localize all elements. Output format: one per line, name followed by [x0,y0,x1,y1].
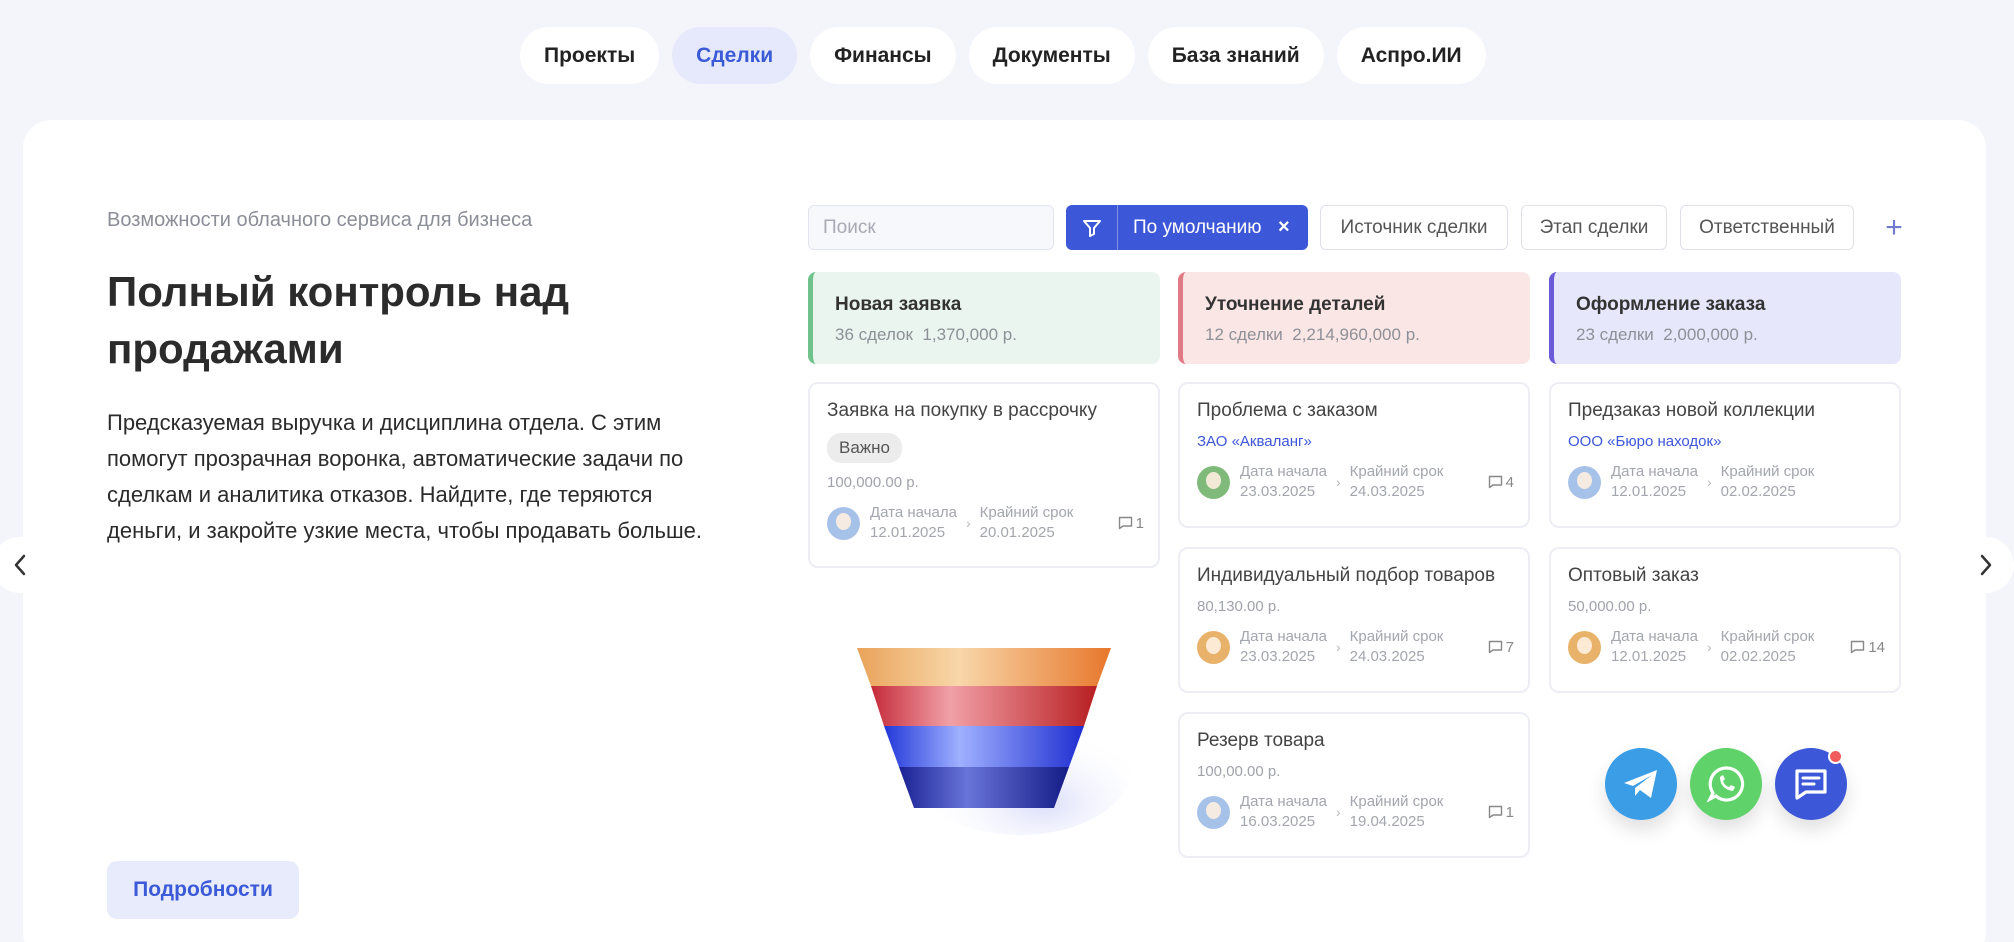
search-input[interactable]: Поиск [808,205,1054,250]
deal-card[interactable]: Оптовый заказ 50,000.00 р. Дата начала 12… [1549,547,1901,693]
avatar [827,506,860,540]
filter-icon [1066,205,1118,250]
deal-company-link[interactable]: ЗАО «Акваланг» [1197,433,1528,450]
deal-card[interactable]: Проблема с заказом ЗАО «Акваланг» Дата н… [1178,382,1530,528]
more-details-button[interactable]: Подробности [107,861,299,919]
avatar [1197,630,1230,664]
avatar [1568,465,1601,499]
chevron-right-icon: › [1706,639,1712,655]
stage-meta: 12 сделки 2,214,960,000 р. [1205,325,1420,344]
hero-title: Полный контроль над продажами [107,268,570,372]
start-date: Дата начала 12.01.2025 [870,504,957,541]
deal-name: Оптовый заказ [1568,565,1699,586]
stage-name: Оформление заказа [1576,294,1766,315]
telegram-button[interactable] [1605,748,1677,820]
whatsapp-button[interactable] [1690,748,1762,820]
tab-deals[interactable]: Сделки [672,27,798,84]
deal-card[interactable]: Резерв товара 100,00.00 р. Дата начала 16… [1178,712,1530,858]
telegram-icon [1624,770,1657,798]
chevron-right-icon: › [1335,804,1341,820]
chevron-left-icon [14,554,26,576]
due-date: Крайний срок 02.02.2025 [1720,463,1815,500]
deal-card[interactable]: Индивидуальный подбор товаров 80,130.00 … [1178,547,1530,693]
comment-icon [1851,640,1865,654]
due-date: Крайний срок 24.03.2025 [1349,628,1444,665]
deal-card[interactable]: Предзаказ новой коллекции ООО «Бюро нахо… [1549,382,1901,528]
comment-icon [1118,516,1132,530]
deal-price: 100,000.00 р. [827,474,919,491]
stage-clarifying: Уточнение деталей 12 сделки 2,214,960,00… [1178,272,1530,364]
tab-ai[interactable]: Аспро.ИИ [1336,27,1486,84]
deal-name: Проблема с заказом [1197,400,1378,421]
start-date: Дата начала 16.03.2025 [1240,793,1327,830]
filter-deal-source[interactable]: Источник сделки [1320,205,1508,250]
start-date: Дата начала 12.01.2025 [1611,628,1698,665]
deal-company-link[interactable]: ООО «Бюро находок» [1568,433,1899,450]
product-tabs: Проекты Сделки Финансы Документы База зн… [520,27,1486,84]
sales-funnel-illustration [857,648,1130,835]
chevron-right-icon: › [1335,639,1341,655]
whatsapp-icon [1706,766,1745,803]
start-date: Дата начала 23.03.2025 [1240,463,1327,500]
next-slide-button[interactable] [1958,537,2014,593]
chevron-right-icon [1980,554,1992,576]
chevron-right-icon: › [1706,474,1712,490]
deal-price: 50,000.00 р. [1568,598,1652,615]
deal-name: Резерв товара [1197,730,1325,751]
deal-name: Предзаказ новой коллекции [1568,400,1816,421]
deal-tag: Важно [827,433,903,463]
deal-name: Заявка на покупку в рассрочку [827,400,1097,421]
filter-deal-stage[interactable]: Этап сделки [1521,205,1667,250]
filter-preset[interactable]: По умолчанию × [1066,205,1308,250]
deal-card[interactable]: Заявка на покупку в рассрочку Важно 100,… [808,382,1160,568]
comments-count: 1 [1488,804,1514,821]
hero-eyebrow: Возможности облачного сервиса для бизнес… [107,209,533,231]
due-date: Крайний срок 19.04.2025 [1349,793,1444,830]
tab-finance[interactable]: Финансы [810,27,956,84]
due-date: Крайний срок 24.03.2025 [1349,463,1444,500]
comment-icon [1488,640,1502,654]
hero-description: Предсказуемая выручка и дисциплина отдел… [107,410,703,543]
stage-new-request: Новая заявка 36 сделок 1,370,000 р. [808,272,1160,364]
comments-count: 7 [1488,639,1514,656]
stage-meta: 23 сделки 2,000,000 р. [1576,325,1758,344]
start-date: Дата начала 12.01.2025 [1611,463,1698,500]
comment-icon [1488,475,1502,489]
due-date: Крайний срок 02.02.2025 [1720,628,1815,665]
comments-count: 1 [1118,515,1144,532]
add-filter-icon[interactable]: + [1874,208,1914,248]
tab-knowledge-base[interactable]: База знаний [1147,27,1324,84]
due-date: Крайний срок 20.01.2025 [979,504,1074,541]
tab-documents[interactable]: Документы [968,27,1135,84]
stage-meta: 36 сделок 1,370,000 р. [835,325,1017,344]
start-date: Дата начала 23.03.2025 [1240,628,1327,665]
tab-projects[interactable]: Проекты [520,27,660,84]
stage-ordering: Оформление заказа 23 сделки 2,000,000 р. [1549,272,1901,364]
avatar [1197,795,1230,829]
filter-responsible[interactable]: Ответственный [1680,205,1854,250]
comment-icon [1488,805,1502,819]
deal-price: 80,130.00 р. [1197,598,1281,615]
comments-count: 14 [1850,639,1885,656]
comments-count: 4 [1488,474,1514,491]
stage-name: Уточнение деталей [1205,294,1386,315]
avatar [1197,465,1230,499]
close-icon[interactable]: × [1278,216,1308,239]
stage-name: Новая заявка [835,294,962,315]
notification-badge [1828,749,1843,764]
deal-name: Индивидуальный подбор товаров [1197,565,1496,586]
avatar [1568,630,1601,664]
chat-icon [1795,769,1827,800]
chevron-right-icon: › [965,515,971,531]
chevron-right-icon: › [1335,474,1341,490]
filter-preset-label: По умолчанию [1133,216,1262,238]
deal-price: 100,00.00 р. [1197,763,1281,780]
